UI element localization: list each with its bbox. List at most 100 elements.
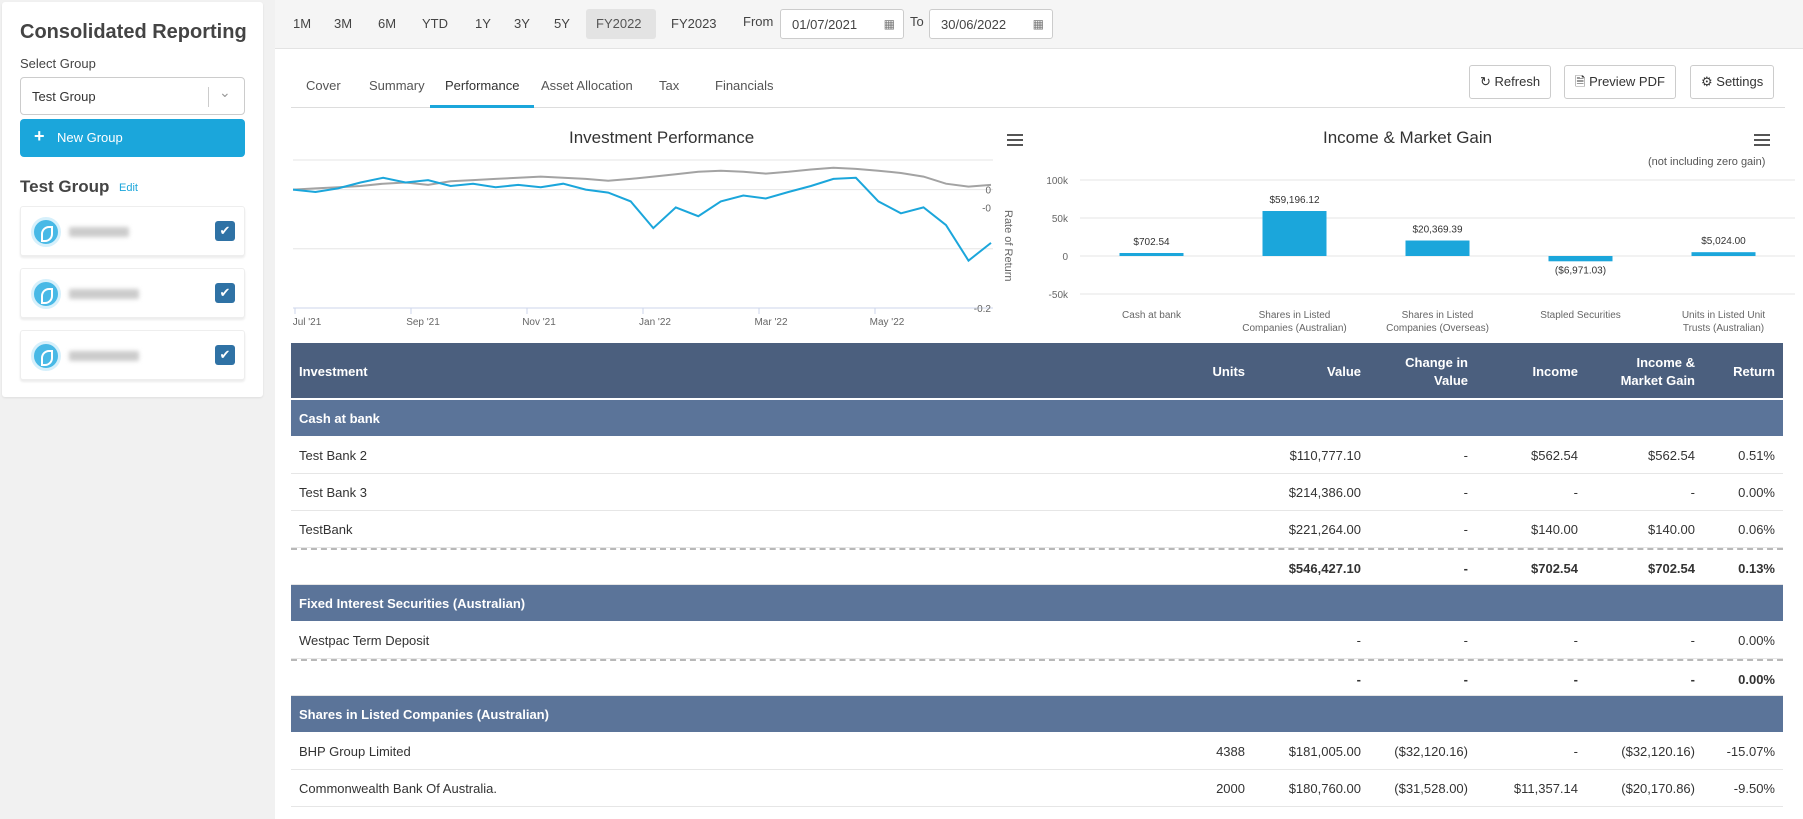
- settings-button[interactable]: ⚙ Settings: [1690, 65, 1775, 99]
- new-group-button[interactable]: + New Group: [20, 119, 245, 157]
- cell-change: -: [1463, 522, 1468, 537]
- cell-return: 0.00%: [1738, 633, 1775, 648]
- y-tick-label: -0.2: [974, 304, 992, 315]
- bar-data-label: $20,369.39: [1412, 225, 1462, 236]
- main-panel: 1M 3M 6M YTD 1Y 3Y 5Y FY2022 FY2023 From…: [275, 0, 1803, 819]
- bar: [1548, 256, 1613, 262]
- from-date-input[interactable]: 01/07/2021 ▦: [780, 9, 904, 39]
- cell-income: -: [1573, 744, 1578, 759]
- member-name-redacted: [69, 289, 139, 299]
- tab-financials[interactable]: Financials: [700, 64, 789, 108]
- cell-change: ($32,120.16): [1394, 744, 1468, 759]
- to-date-input[interactable]: 30/06/2022 ▦: [929, 9, 1053, 39]
- tab-tax[interactable]: Tax: [644, 64, 694, 108]
- settings-label: Settings: [1716, 74, 1764, 89]
- cell-units: 4388: [1216, 744, 1245, 759]
- period-fy2022[interactable]: FY2022: [586, 9, 656, 39]
- refresh-button[interactable]: ↻ Refresh: [1469, 65, 1552, 99]
- income-chart-title: Income & Market Gain: [1323, 128, 1493, 147]
- x-tick-label: Mar '22: [754, 317, 787, 328]
- col-investment: Investment: [299, 363, 368, 379]
- cell-change: -: [1463, 672, 1468, 687]
- edit-group-link[interactable]: Edit: [119, 182, 138, 194]
- subtotal-row: $546,427.10 - $702.54 $702.54 0.13%: [291, 548, 1783, 585]
- col-income: Income: [1532, 363, 1578, 379]
- period-3m[interactable]: 3M: [324, 9, 362, 39]
- cell-gain: $140.00: [1648, 522, 1695, 537]
- cell-value: -: [1356, 633, 1361, 648]
- income-chart-subtitle: (not including zero gain): [1648, 156, 1766, 168]
- cell-gain: -: [1690, 485, 1695, 500]
- period-1m[interactable]: 1M: [283, 9, 321, 39]
- cell-gain: ($32,120.16): [1621, 744, 1695, 759]
- period-5y[interactable]: 5Y: [544, 9, 580, 39]
- period-6m[interactable]: 6M: [368, 9, 406, 39]
- investment-table: Investment Units Value Change in Value I…: [291, 343, 1783, 807]
- group-member: ✔: [20, 330, 245, 380]
- cell-return: 0.06%: [1738, 522, 1775, 537]
- member-checkbox[interactable]: ✔: [215, 221, 235, 241]
- cell-value: $221,264.00: [1288, 522, 1361, 537]
- bar-data-label: $702.54: [1133, 237, 1170, 248]
- category-label: Shares in Listed: [1402, 310, 1474, 321]
- y-tick-label: 0: [985, 186, 991, 197]
- cell-return: 0.00%: [1738, 672, 1775, 687]
- category-label: Companies (Overseas): [1386, 323, 1489, 334]
- category-label: Shares in Listed: [1259, 310, 1331, 321]
- cell-change: ($31,528.00): [1394, 781, 1468, 796]
- category-label: Stapled Securities: [1540, 310, 1621, 321]
- member-name-redacted: [69, 351, 139, 361]
- cell-gain: -: [1690, 672, 1695, 687]
- refresh-icon: ↻: [1480, 74, 1491, 89]
- chart-menu-icon[interactable]: [1754, 134, 1770, 146]
- chart-menu-icon[interactable]: [1007, 134, 1023, 146]
- cell-return: 0.51%: [1738, 448, 1775, 463]
- tab-asset-allocation[interactable]: Asset Allocation: [526, 64, 648, 108]
- bar-data-label: $5,024.00: [1701, 236, 1746, 247]
- tab-summary[interactable]: Summary: [354, 64, 440, 108]
- tab-cover[interactable]: Cover: [291, 64, 356, 108]
- period-1y[interactable]: 1Y: [465, 9, 501, 39]
- member-logo-icon: [31, 341, 61, 371]
- preview-pdf-button[interactable]: 🗎 Preview PDF: [1564, 65, 1676, 99]
- period-3y[interactable]: 3Y: [504, 9, 540, 39]
- tab-performance[interactable]: Performance: [430, 64, 535, 108]
- from-date-value: 01/07/2021: [792, 17, 858, 32]
- group-select[interactable]: Test Group ⌄: [20, 77, 245, 115]
- cell-investment: BHP Group Limited: [299, 744, 411, 759]
- bar: [1691, 252, 1756, 256]
- category-label: Units in Listed Unit: [1682, 310, 1766, 321]
- member-checkbox[interactable]: ✔: [215, 345, 235, 365]
- group-header-row: Cash at bank: [291, 400, 1783, 437]
- period-fy2023[interactable]: FY2023: [661, 9, 727, 39]
- col-change-in-value: Change in Value: [1405, 354, 1468, 388]
- to-date-value: 30/06/2022: [941, 17, 1007, 32]
- cell-income: $562.54: [1531, 448, 1578, 463]
- group-name: Shares in Listed Companies (Australian): [299, 707, 549, 722]
- series-line: [293, 166, 992, 191]
- to-label: To: [910, 14, 924, 29]
- new-group-label: New Group: [57, 130, 123, 145]
- period-ytd[interactable]: YTD: [412, 9, 458, 39]
- group-name: Fixed Interest Securities (Australian): [299, 596, 526, 611]
- y-tick-label: -0: [982, 203, 991, 214]
- cell-income: -: [1573, 672, 1578, 687]
- bar-data-label: ($6,971.03): [1555, 265, 1606, 276]
- x-tick-label: Jan '22: [639, 317, 671, 328]
- y-axis-title: Rate of Return: [1002, 210, 1013, 282]
- table-row: Commonwealth Bank Of Australia. 2000 $180,…: [291, 770, 1783, 807]
- y-tick-label: 50k: [1052, 214, 1069, 225]
- bar-data-label: $59,196.12: [1269, 195, 1319, 206]
- group-select-value: Test Group: [32, 89, 96, 104]
- cell-income: $702.54: [1531, 561, 1578, 576]
- cell-value: -: [1356, 672, 1361, 687]
- select-group-label: Select Group: [20, 56, 96, 71]
- col-return: Return: [1733, 363, 1775, 379]
- table-row: Test Bank 3 $214,386.00 - - - 0.00%: [291, 474, 1783, 511]
- chevron-down-icon[interactable]: ⌄: [219, 84, 231, 101]
- group-header-row: Fixed Interest Securities (Australian): [291, 585, 1783, 622]
- cell-value: $546,427.10: [1288, 561, 1361, 576]
- from-label: From: [743, 14, 774, 29]
- member-checkbox[interactable]: ✔: [215, 283, 235, 303]
- col-income-market-gain: Income & Market Gain: [1620, 354, 1695, 388]
